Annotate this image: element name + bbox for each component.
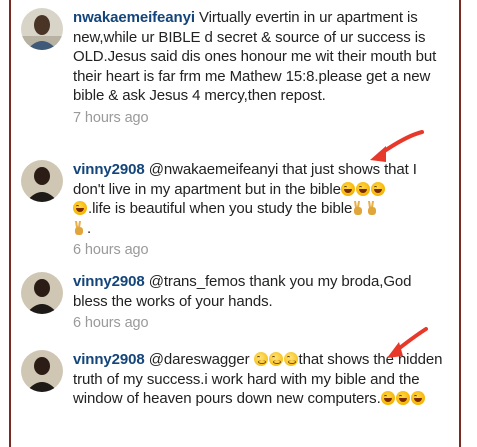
red-annotation-arrow-icon: [370, 130, 424, 162]
grinning-face-emoji-icon: [410, 391, 425, 405]
comment-username[interactable]: vinny2908: [73, 351, 145, 368]
grinning-face-emoji-icon: [73, 201, 87, 215]
comment-timestamp: 6 hours ago: [73, 242, 149, 258]
grinning-face-emoji-icon: [395, 391, 410, 405]
avatar[interactable]: [21, 272, 63, 314]
comment-username[interactable]: vinny2908: [73, 273, 145, 290]
grinning-face-emoji-icon: [380, 391, 395, 405]
flushed-face-emoji-icon: [283, 352, 298, 366]
comments-panel: nwakaemeifeanyi Virtually evertin in ur …: [9, 0, 461, 447]
comment-text: .life is beautiful when you study the bi…: [88, 200, 353, 217]
victory-hand-emoji-icon: [75, 220, 83, 235]
flushed-face-emoji-icon: [268, 352, 283, 366]
comment-text: .: [87, 219, 92, 237]
grinning-face-emoji-icon: [370, 181, 385, 196]
comment-username[interactable]: nwakaemeifeanyi: [73, 9, 195, 26]
comment-username[interactable]: vinny2908: [73, 161, 145, 178]
victory-hand-emoji-icon: [354, 201, 363, 215]
flushed-face-emoji-icon: [253, 352, 268, 366]
avatar[interactable]: [21, 8, 63, 50]
comment-text: @dareswagger: [144, 351, 254, 368]
comment-timestamp: 7 hours ago: [73, 109, 149, 126]
victory-hand-emoji-icon: [368, 201, 377, 215]
red-annotation-arrow-icon: [387, 327, 428, 358]
avatar[interactable]: [21, 160, 63, 202]
avatar[interactable]: [21, 350, 63, 392]
grinning-face-emoji-icon: [355, 181, 370, 196]
grinning-face-emoji-icon: [340, 181, 355, 196]
